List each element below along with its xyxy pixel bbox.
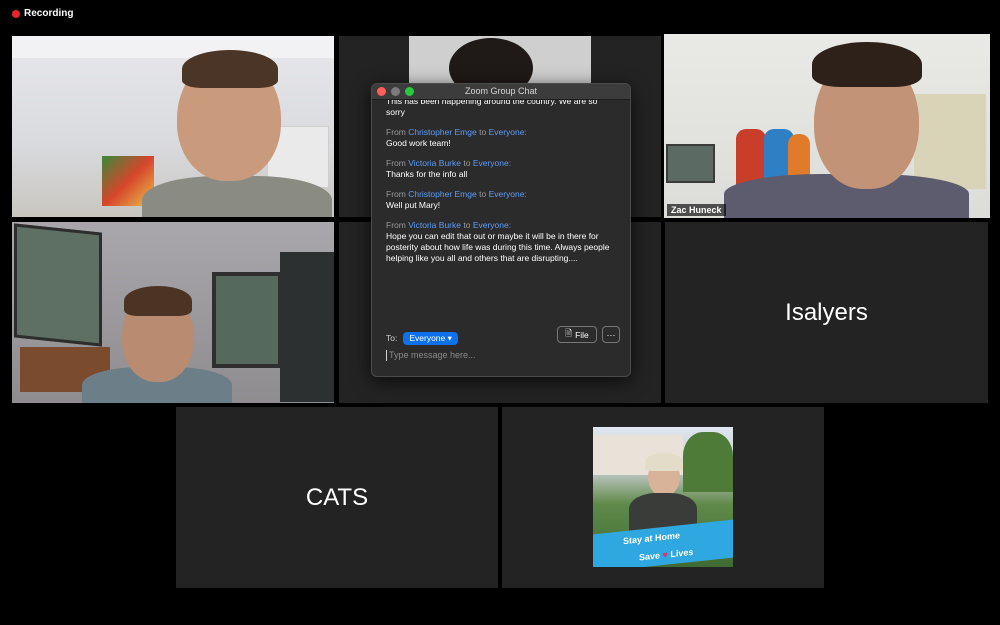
from-word: From bbox=[386, 220, 406, 230]
message-recipient: Everyone bbox=[488, 189, 525, 199]
participant-name: Isalyers bbox=[785, 298, 868, 326]
message-header: From Christopher Emge to Everyone: bbox=[386, 189, 527, 199]
recording-label: Recording bbox=[24, 8, 74, 19]
message-header: From Victoria Burke to Everyone: bbox=[386, 158, 512, 168]
message-input[interactable]: Type message here... bbox=[386, 350, 620, 361]
message-recipient: Everyone bbox=[472, 220, 509, 230]
chat-message: From Victoria Burke to Everyone: Hope yo… bbox=[386, 220, 616, 264]
recipient-dropdown[interactable]: Everyone ▾ bbox=[403, 331, 458, 345]
message-recipient: Everyone bbox=[488, 127, 525, 137]
video-tile-4[interactable] bbox=[12, 222, 334, 403]
message-sender[interactable]: Victoria Burke bbox=[408, 220, 461, 230]
poster-line-2b: Lives bbox=[670, 546, 694, 560]
heart-icon: ♥ bbox=[662, 549, 668, 561]
chat-message: From Christopher Emge to Everyone: Good … bbox=[386, 127, 616, 149]
minimize-window-icon[interactable] bbox=[391, 87, 400, 96]
chat-message: This has been happening around the count… bbox=[386, 100, 616, 118]
to-word: to bbox=[479, 189, 487, 199]
recording-indicator: Recording bbox=[12, 8, 73, 19]
chat-title-bar[interactable]: Zoom Group Chat bbox=[372, 84, 630, 100]
chat-message: From Christopher Emge to Everyone: Well … bbox=[386, 189, 616, 211]
participant-name-tag: Zac Huneck bbox=[667, 204, 726, 216]
chat-title: Zoom Group Chat bbox=[464, 86, 538, 96]
from-word: From bbox=[386, 127, 406, 137]
recording-dot-icon bbox=[12, 9, 20, 18]
message-sender[interactable]: Victoria Burke bbox=[408, 158, 461, 168]
to-label: To: bbox=[386, 333, 398, 343]
from-word: From bbox=[386, 158, 406, 168]
window-controls bbox=[377, 87, 414, 96]
chevron-down-icon: ▾ bbox=[447, 332, 452, 343]
message-text: Good work team! bbox=[386, 138, 451, 148]
participant-name: CATS bbox=[305, 483, 369, 511]
video-tile-isalyers[interactable]: Isalyers bbox=[665, 222, 988, 403]
message-recipient: Everyone bbox=[472, 158, 509, 168]
group-chat-window[interactable]: Zoom Group Chat This has been happening … bbox=[371, 83, 631, 377]
message-sender[interactable]: Christopher Emge bbox=[408, 127, 477, 137]
to-word: to bbox=[463, 158, 471, 168]
to-word: to bbox=[479, 127, 487, 137]
profile-picture: Stay at Home Save ♥ Lives bbox=[593, 427, 733, 567]
chat-message: From Victoria Burke to Everyone: Thanks … bbox=[386, 158, 616, 180]
recipient-value: Everyone bbox=[409, 332, 446, 343]
zoom-window-icon[interactable] bbox=[405, 87, 414, 96]
message-input-placeholder: Type message here... bbox=[389, 350, 476, 360]
file-icon: 🗎 bbox=[565, 327, 573, 338]
video-tile-cats[interactable]: CATS bbox=[176, 407, 498, 588]
message-text: Hope you can edit that out or maybe it w… bbox=[386, 231, 610, 263]
file-button-label: File bbox=[575, 329, 589, 340]
message-text: This has been happening around the count… bbox=[386, 100, 598, 117]
message-header: From Victoria Burke to Everyone: bbox=[386, 220, 512, 230]
chat-message-list[interactable]: This has been happening around the count… bbox=[372, 100, 630, 305]
more-options-button[interactable]: ··· bbox=[602, 326, 620, 343]
message-header: From Christopher Emge to Everyone: bbox=[386, 127, 527, 137]
file-button[interactable]: 🗎 File bbox=[557, 326, 597, 343]
video-tile-1[interactable] bbox=[12, 36, 334, 217]
from-word: From bbox=[386, 189, 406, 199]
message-text: Thanks for the info all bbox=[386, 169, 468, 179]
more-icon: ··· bbox=[606, 329, 616, 340]
message-text: Well put Mary! bbox=[386, 200, 441, 210]
message-sender[interactable]: Christopher Emge bbox=[408, 189, 477, 199]
to-word: to bbox=[463, 220, 471, 230]
close-window-icon[interactable] bbox=[377, 87, 386, 96]
video-tile-zac[interactable]: Zac Huneck bbox=[664, 34, 990, 218]
poster-line-2a: Save bbox=[639, 550, 661, 563]
